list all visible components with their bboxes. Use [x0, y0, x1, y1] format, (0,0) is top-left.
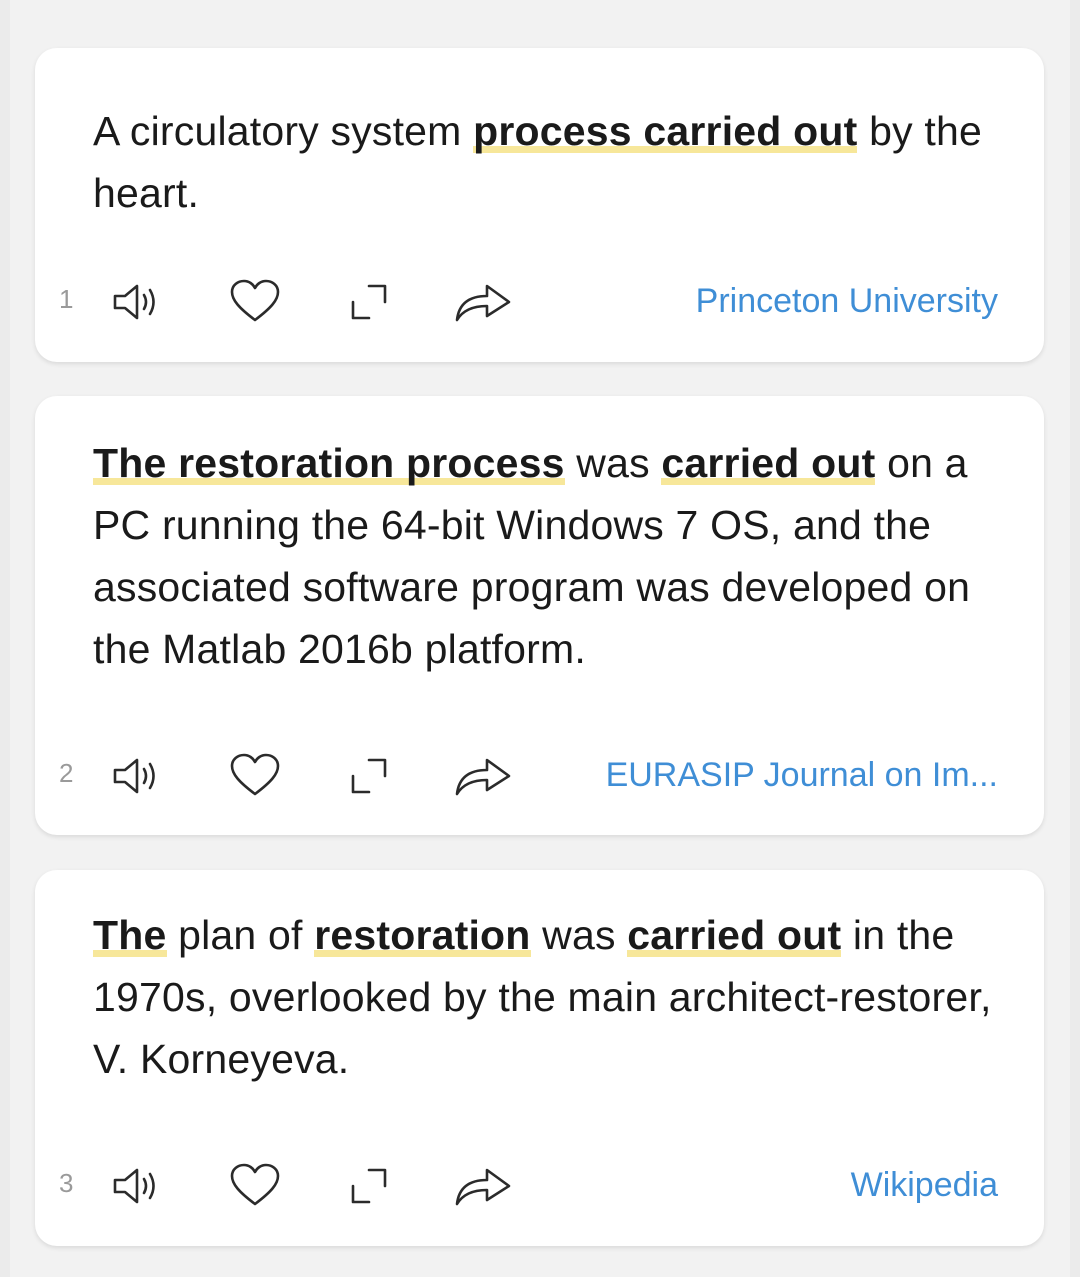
expand-icon[interactable]: [339, 1158, 399, 1214]
highlighted-phrase: carried out: [627, 912, 842, 962]
example-number: 3: [59, 1168, 74, 1198]
heart-icon[interactable]: [225, 748, 285, 804]
examples-list: A circulatory system process carried out…: [10, 0, 1070, 1277]
expand-icon[interactable]: [339, 748, 399, 804]
share-icon[interactable]: [453, 748, 513, 804]
expand-icon[interactable]: [339, 274, 399, 330]
heart-icon[interactable]: [225, 274, 285, 330]
example-number: 1: [59, 284, 74, 314]
example-card: The plan of restoration was carried out …: [35, 870, 1044, 1246]
sentence-text: was: [564, 440, 662, 486]
speaker-icon[interactable]: [111, 748, 171, 804]
example-toolbar: 2 EURASIP Journal on Im...: [35, 746, 1044, 806]
share-icon[interactable]: [453, 1158, 513, 1214]
speaker-icon[interactable]: [111, 274, 171, 330]
highlighted-phrase: restoration: [314, 912, 531, 962]
example-number: 2: [59, 758, 74, 788]
example-toolbar: 3 Wikipedia: [35, 1156, 1044, 1216]
heart-icon[interactable]: [225, 1158, 285, 1214]
sentence-text: plan of: [166, 912, 315, 958]
example-sentence: A circulatory system process carried out…: [93, 100, 1013, 224]
highlighted-phrase: The: [93, 912, 167, 962]
example-sentence: The restoration process was carried out …: [93, 432, 1013, 680]
speaker-icon[interactable]: [111, 1158, 171, 1214]
highlighted-phrase: process carried out: [473, 108, 858, 158]
example-card: The restoration process was carried out …: [35, 396, 1044, 835]
highlighted-phrase: carried out: [661, 440, 876, 490]
source-link[interactable]: Princeton University: [696, 282, 998, 321]
example-toolbar: 1 Princeton University: [35, 272, 1044, 332]
share-icon[interactable]: [453, 274, 513, 330]
highlighted-phrase: The restoration process: [93, 440, 565, 490]
source-link[interactable]: EURASIP Journal on Im...: [606, 756, 998, 795]
example-card: A circulatory system process carried out…: [35, 48, 1044, 362]
example-sentence: The plan of restoration was carried out …: [93, 904, 1013, 1090]
sentence-text: A circulatory system: [93, 108, 474, 154]
sentence-text: was: [530, 912, 628, 958]
source-link[interactable]: Wikipedia: [851, 1166, 998, 1205]
